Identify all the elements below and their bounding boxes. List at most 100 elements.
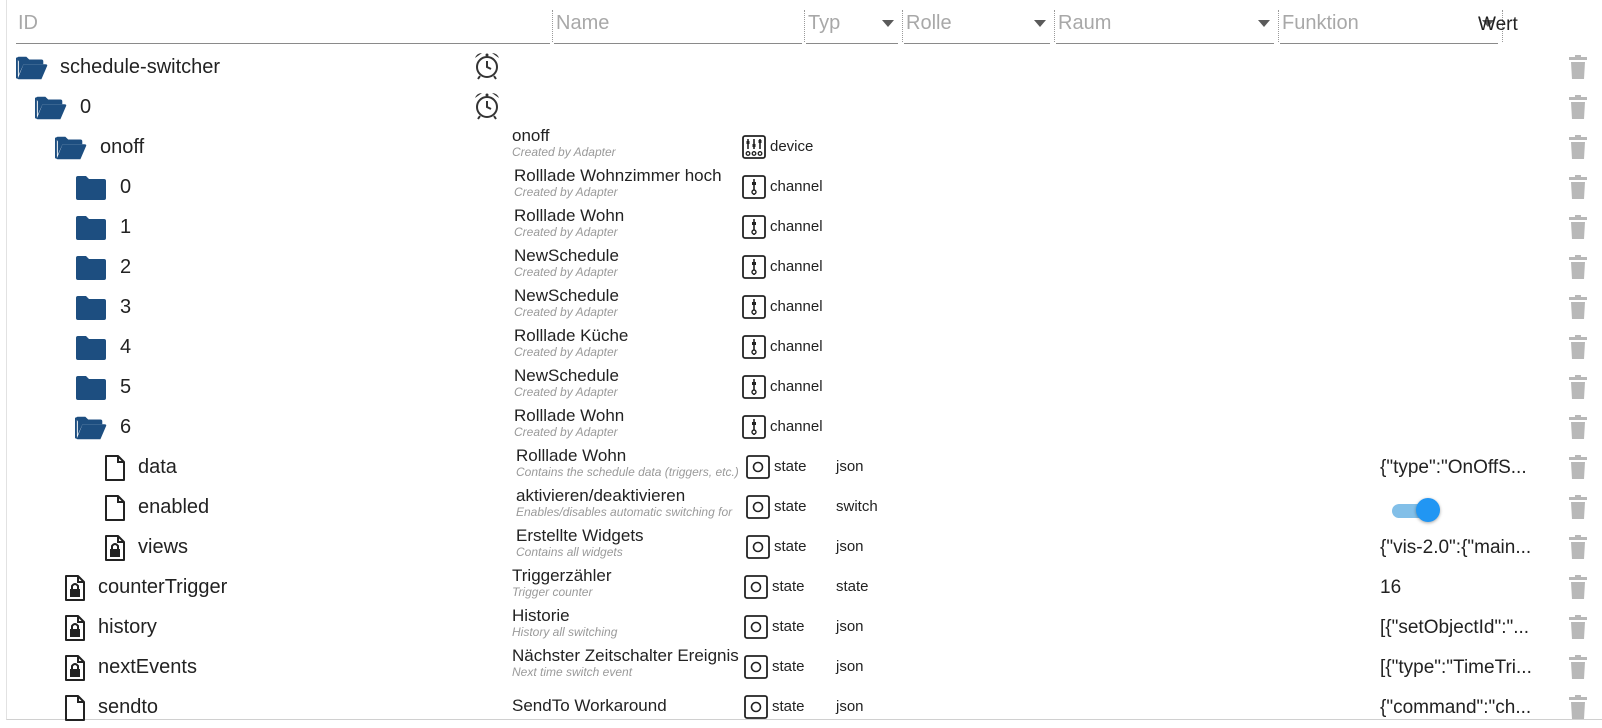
trash-icon[interactable] (1568, 55, 1588, 79)
table-row[interactable]: 1 Rolllade Wohn Created by Adapter channe… (0, 206, 1602, 248)
table-row[interactable]: 0 Rolllade Wohnzimmer hoch Created by Ada… (0, 166, 1602, 208)
folder-icon[interactable] (75, 295, 107, 321)
trash-icon[interactable] (1568, 175, 1588, 199)
row-id: nextEvents (98, 656, 197, 678)
trash-icon[interactable] (1568, 375, 1588, 399)
row-name: Triggerzähler Trigger counter (512, 566, 612, 599)
table-row[interactable]: 3 NewSchedule Created by Adapter channel (0, 286, 1602, 328)
table-row[interactable]: 4 Rolllade Küche Created by Adapter chann… (0, 326, 1602, 368)
file-lock-icon (104, 535, 126, 561)
row-id: 1 (120, 216, 132, 238)
table-row[interactable]: enabled aktivieren/deaktivieren Enables/d… (0, 486, 1602, 528)
chevron-down-icon (882, 20, 894, 27)
table-row[interactable]: 0 (0, 88, 1602, 128)
row-id: counterTrigger (98, 576, 228, 598)
row-id: schedule-switcher (60, 56, 221, 78)
trash-icon[interactable] (1568, 215, 1588, 239)
state-icon (746, 455, 770, 479)
row-name: NewSchedule Created by Adapter (514, 286, 619, 319)
trash-icon[interactable] (1568, 415, 1588, 439)
row-name: onoff Created by Adapter (512, 126, 616, 159)
enabled-toggle[interactable] (1392, 498, 1440, 522)
folder-icon[interactable] (75, 255, 107, 281)
id-filter-placeholder: ID (18, 12, 38, 34)
state-icon (744, 695, 768, 719)
state-icon (744, 655, 768, 679)
table-row[interactable]: views Erstellte Widgets Contains all widg… (0, 526, 1602, 568)
row-role: json (836, 618, 864, 635)
row-id: 3 (120, 296, 132, 318)
table-row[interactable]: schedule-switcher (0, 48, 1602, 88)
id-filter-input[interactable]: ID (16, 8, 550, 44)
row-role: switch (836, 498, 878, 515)
channel-icon (742, 215, 766, 239)
row-value[interactable]: [{"setObjectId":"... (1380, 617, 1529, 639)
row-name: Erstellte Widgets Contains all widgets (516, 526, 644, 559)
trash-icon[interactable] (1568, 615, 1588, 639)
trash-icon[interactable] (1568, 255, 1588, 279)
channel-icon (742, 255, 766, 279)
folder-open-icon[interactable] (35, 95, 67, 121)
row-value[interactable]: {"command":"ch... (1380, 697, 1531, 719)
trash-icon[interactable] (1568, 495, 1588, 519)
trash-icon[interactable] (1568, 335, 1588, 359)
table-row[interactable]: nextEvents Nächster Zeitschalter Ereigni… (0, 646, 1602, 688)
state-icon (744, 615, 768, 639)
row-id: enabled (138, 496, 210, 518)
table-row[interactable]: history Historie History all switching st… (0, 606, 1602, 648)
channel-icon (742, 335, 766, 359)
typ-filter-select[interactable]: Typ (806, 8, 898, 44)
funktion-filter-select[interactable]: Funktion (1280, 8, 1498, 44)
folder-open-icon[interactable] (55, 135, 87, 161)
row-role: json (836, 458, 864, 475)
trash-icon[interactable] (1568, 455, 1588, 479)
trash-icon[interactable] (1568, 655, 1588, 679)
folder-icon[interactable] (75, 215, 107, 241)
table-row[interactable]: sendto SendTo Workaround state json {"co… (0, 688, 1602, 728)
table-row[interactable]: data Rolllade Wohn Contains the schedule … (0, 446, 1602, 488)
name-filter-placeholder: Name (556, 12, 610, 34)
file-lock-icon (64, 575, 86, 601)
table-row[interactable]: 5 NewSchedule Created by Adapter channel (0, 366, 1602, 408)
row-name: Rolllade Wohn Created by Adapter (514, 206, 625, 239)
channel-icon (742, 175, 766, 199)
trash-icon[interactable] (1568, 295, 1588, 319)
table-header: ID Name Typ Rolle Raum Funktion Wert (0, 0, 1602, 46)
row-name: Rolllade Wohn Contains the schedule data … (516, 446, 739, 479)
row-id: 4 (120, 336, 132, 358)
folder-icon[interactable] (75, 175, 107, 201)
row-name: Rolllade Wohnzimmer hoch Created by Adapt… (514, 166, 722, 199)
device-icon (742, 135, 766, 159)
raum-filter-select[interactable]: Raum (1056, 8, 1274, 44)
table-row[interactable]: 2 NewSchedule Created by Adapter channel (0, 246, 1602, 288)
trash-icon[interactable] (1568, 575, 1588, 599)
trash-icon[interactable] (1568, 135, 1588, 159)
row-value[interactable]: {"vis-2.0":{"main... (1380, 537, 1531, 559)
trash-icon[interactable] (1568, 535, 1588, 559)
table-row[interactable]: 6 Rolllade Wohn Created by Adapter channe… (0, 406, 1602, 448)
folder-icon[interactable] (75, 375, 107, 401)
channel-icon (742, 415, 766, 439)
row-value[interactable]: [{"type":"TimeTri... (1380, 657, 1532, 679)
rolle-filter-select[interactable]: Rolle (904, 8, 1050, 44)
alarm-clock-icon (472, 50, 502, 80)
trash-icon[interactable] (1568, 695, 1588, 719)
name-filter-input[interactable]: Name (554, 8, 802, 44)
table-row[interactable]: counterTrigger Triggerzähler Trigger coun… (0, 566, 1602, 608)
state-icon (744, 575, 768, 599)
folder-open-icon[interactable] (75, 415, 107, 441)
row-id: history (98, 616, 157, 638)
funktion-filter-label: Funktion (1282, 12, 1359, 34)
folder-icon[interactable] (75, 335, 107, 361)
row-name: aktivieren/deaktivieren Enables/disables … (516, 486, 733, 519)
row-id: 0 (80, 96, 92, 118)
row-name: Historie History all switching (512, 606, 618, 639)
trash-icon[interactable] (1568, 95, 1588, 119)
table-row[interactable]: onoff onoff Created by Adapter device (0, 126, 1602, 168)
folder-open-icon[interactable] (16, 55, 48, 81)
file-icon (104, 455, 126, 481)
row-value[interactable]: 16 (1380, 577, 1401, 599)
row-value[interactable]: {"type":"OnOffS... (1380, 457, 1527, 479)
row-id: 5 (120, 376, 132, 398)
file-icon (104, 495, 126, 521)
